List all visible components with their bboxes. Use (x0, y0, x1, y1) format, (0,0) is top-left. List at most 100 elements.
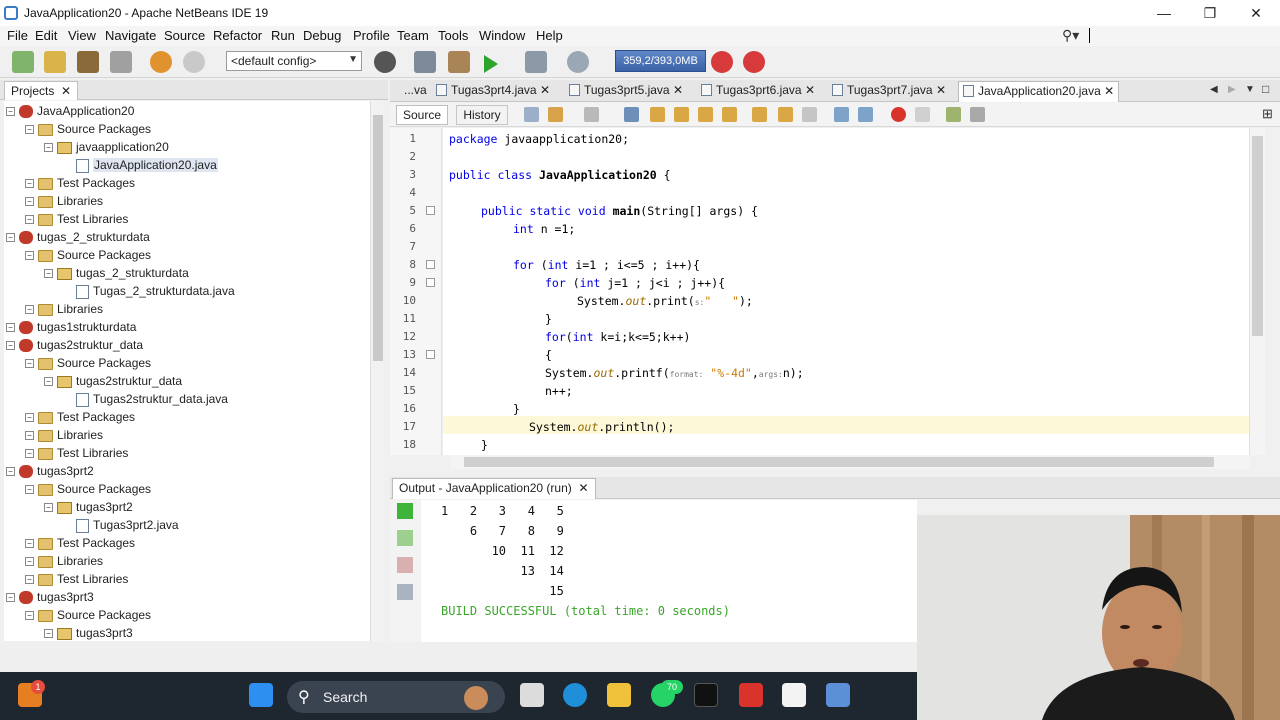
memory-indicator[interactable]: 359,2/393,0MB (615, 50, 706, 72)
tree-item[interactable]: JavaApplication20.java (63, 156, 218, 174)
profile-icon[interactable] (567, 51, 589, 73)
tree-item[interactable]: − JavaApplication20 (6, 102, 134, 120)
edge-icon[interactable] (563, 683, 587, 707)
close-icon[interactable]: ✕ (575, 481, 588, 495)
tree-item[interactable]: − tugas_2_strukturdata (6, 228, 150, 246)
tree-toggle-icon[interactable]: − (6, 341, 15, 351)
tree-toggle-icon[interactable]: − (6, 233, 15, 243)
tree-toggle-icon[interactable]: − (6, 467, 15, 477)
tree-item[interactable]: Tugas3prt2.java (63, 516, 179, 534)
tree-toggle-icon[interactable]: − (25, 125, 34, 135)
task-view-icon[interactable] (520, 683, 544, 707)
tree-item[interactable]: − Test Packages (25, 174, 135, 192)
editor-horizontal-scrollbar[interactable] (450, 455, 1250, 469)
tree-toggle-icon[interactable]: − (6, 107, 15, 117)
tree-toggle-icon[interactable]: − (6, 323, 15, 333)
close-icon[interactable]: ✕ (1104, 84, 1114, 98)
editor-vertical-scrollbar[interactable] (1249, 128, 1265, 455)
tree-toggle-icon[interactable]: − (25, 251, 34, 261)
pdf-reader-icon[interactable] (739, 683, 763, 707)
menu-source[interactable]: Source (164, 28, 205, 43)
tab-scroll-right-icon[interactable]: ▶ (1228, 84, 1236, 95)
tab-list-icon[interactable]: ▼ (1245, 84, 1255, 95)
debug-icon[interactable] (525, 51, 547, 73)
tree-item[interactable]: − Libraries (25, 552, 103, 570)
tree-item[interactable]: − tugas2struktur_data (44, 372, 182, 390)
settings-icon[interactable] (397, 584, 413, 600)
close-project-icon[interactable] (110, 51, 132, 73)
maximize-button[interactable]: ❐ (1188, 2, 1232, 24)
close-button[interactable]: ✕ (1234, 2, 1278, 24)
minimize-button[interactable]: — (1142, 2, 1186, 24)
tree-item[interactable]: Tugas2struktur_data.java (63, 390, 228, 408)
tree-toggle-icon[interactable]: − (25, 215, 34, 225)
forward-icon[interactable] (584, 107, 599, 122)
gc-icon[interactable] (711, 51, 733, 73)
globe-icon[interactable] (374, 51, 396, 73)
tab-scroll-left-icon[interactable]: ◀ (1210, 84, 1218, 95)
search-input[interactable] (1089, 28, 1090, 43)
store-icon[interactable] (782, 683, 806, 707)
open-project-icon[interactable] (77, 51, 99, 73)
tree-toggle-icon[interactable]: − (25, 359, 34, 369)
history-button[interactable]: History (456, 105, 508, 125)
tree-item[interactable]: − Libraries (25, 192, 103, 210)
last-edit-icon[interactable] (524, 107, 539, 122)
tab-javaapplication20[interactable]: JavaApplication20.java ✕ (958, 81, 1120, 102)
tree-item[interactable]: − Test Libraries (25, 210, 128, 228)
find-icon[interactable] (624, 107, 639, 122)
tree-toggle-icon[interactable]: − (44, 269, 53, 279)
run-icon[interactable] (484, 55, 498, 73)
menu-refactor[interactable]: Refactor (213, 28, 262, 43)
rerun-icon[interactable] (397, 503, 413, 519)
tree-item[interactable]: − Libraries (25, 300, 103, 318)
menu-edit[interactable]: Edit (35, 28, 57, 43)
menu-team[interactable]: Team (397, 28, 429, 43)
tree-item[interactable]: − tugas3prt3 (6, 588, 94, 606)
undo-icon[interactable] (150, 51, 172, 73)
scrollbar-thumb[interactable] (373, 115, 383, 361)
tree-toggle-icon[interactable]: − (44, 629, 53, 639)
close-icon[interactable]: ✕ (673, 83, 683, 97)
tree-item[interactable]: − Source Packages (25, 120, 151, 138)
tree-toggle-icon[interactable]: − (44, 377, 53, 387)
clean-build-icon[interactable] (448, 51, 470, 73)
new-project-icon[interactable] (44, 51, 66, 73)
comment-icon[interactable] (946, 107, 961, 122)
tree-toggle-icon[interactable]: − (25, 485, 34, 495)
stop-icon[interactable] (397, 557, 413, 573)
scrollbar-thumb[interactable] (464, 457, 1214, 467)
close-icon[interactable]: ✕ (805, 83, 815, 97)
shift-left-icon[interactable] (834, 107, 849, 122)
tree-item[interactable]: − Libraries (25, 426, 103, 444)
fold-toggle-icon[interactable] (426, 278, 435, 287)
tree-item[interactable]: − Test Libraries (25, 444, 128, 462)
tab-projects[interactable]: Projects ✕ (4, 81, 79, 100)
uncomment-icon[interactable] (970, 107, 985, 122)
tree-item[interactable]: − Test Packages (25, 408, 135, 426)
tree-item[interactable]: − tugas3prt2 (6, 462, 94, 480)
tree-toggle-icon[interactable]: − (25, 431, 34, 441)
source-button[interactable]: Source (396, 105, 448, 125)
split-editor-icon[interactable]: ⊞ (1262, 106, 1273, 122)
new-file-icon[interactable] (12, 51, 34, 73)
maximize-editor-icon[interactable]: □ (1262, 82, 1269, 96)
fold-toggle-icon[interactable] (426, 206, 435, 215)
menu-tools[interactable]: Tools (438, 28, 468, 43)
projects-scrollbar[interactable] (370, 101, 384, 641)
menu-debug[interactable]: Debug (303, 28, 341, 43)
tab-output[interactable]: Output - JavaApplication20 (run) ✕ (392, 478, 596, 499)
close-icon[interactable]: ✕ (58, 84, 71, 98)
menu-navigate[interactable]: Navigate (105, 28, 156, 43)
toggle-bookmark-icon[interactable] (802, 107, 817, 122)
tab-tugas3prt7[interactable]: Tugas3prt7.java ✕ (828, 81, 950, 102)
rerun-with-params-icon[interactable] (397, 530, 413, 546)
start-macro-icon[interactable] (891, 107, 906, 122)
gc2-icon[interactable] (743, 51, 765, 73)
tree-toggle-icon[interactable]: − (25, 305, 34, 315)
tree-item[interactable]: − tugas1strukturdata (6, 318, 136, 336)
tree-toggle-icon[interactable]: − (25, 197, 34, 207)
tab-tugas3prt5[interactable]: Tugas3prt5.java ✕ (565, 81, 687, 102)
tab-tugas3prt6[interactable]: Tugas3prt6.java ✕ (697, 81, 819, 102)
tab-tugas3prt4[interactable]: Tugas3prt4.java ✕ (432, 81, 554, 102)
